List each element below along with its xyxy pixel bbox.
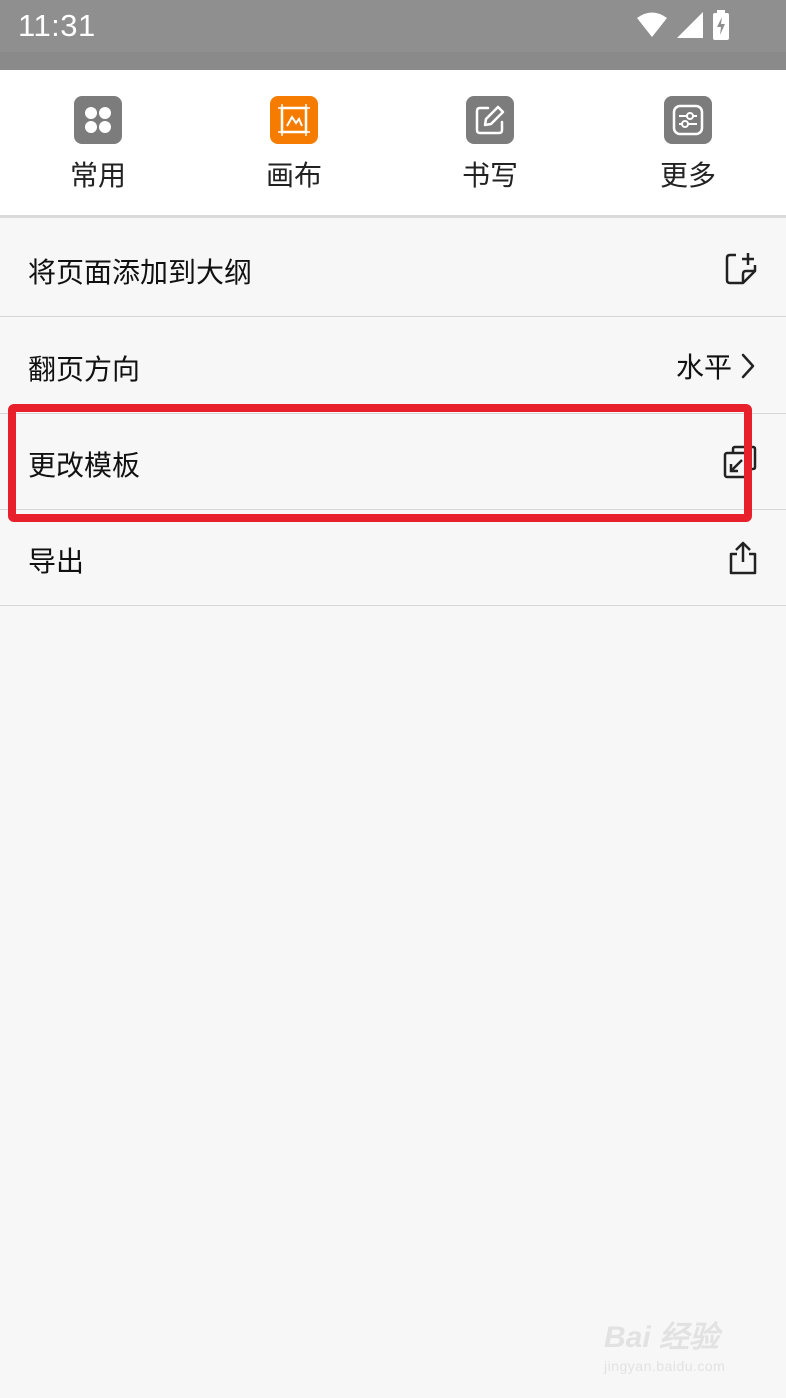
watermark-brand: Bai 经验: [604, 1321, 720, 1354]
page-direction-value: 水平: [675, 351, 732, 384]
status-time: 11:31: [18, 8, 96, 43]
watermark-url: jingyan.baidu.com: [604, 1358, 726, 1374]
tab-canvas[interactable]: 画布: [234, 96, 354, 194]
row-right: [724, 249, 758, 289]
battery-charging-icon: [713, 10, 729, 40]
cell-signal-icon: [677, 12, 703, 38]
row-right: 水平: [676, 346, 758, 386]
sliders-icon: [664, 96, 712, 144]
menu-item-export[interactable]: 导出: [0, 510, 786, 606]
wifi-icon: [637, 12, 667, 37]
highlight-box: [8, 404, 752, 522]
chevron-right-icon: [741, 353, 755, 379]
tab-write[interactable]: 书写: [430, 96, 550, 194]
tab-label: 画布: [265, 159, 322, 192]
dimmed-background-strip: [0, 52, 786, 70]
menu-item-add-to-outline[interactable]: 将页面添加到大纲: [0, 221, 786, 317]
add-to-outline-icon: [725, 253, 757, 285]
row-right: [728, 538, 758, 578]
menu-item-label: 将页面添加到大纲: [28, 256, 253, 289]
menu-item-label: 导出: [28, 545, 85, 578]
tab-label: 更多: [659, 159, 716, 192]
watermark: Bai 经验 jingyan.baidu.com: [604, 1312, 754, 1382]
share-export-icon: [729, 541, 757, 575]
tab-label: 书写: [461, 159, 518, 192]
canvas-icon: [270, 96, 318, 144]
grid-icon: [74, 96, 122, 144]
tab-bar: 常用 画布 书写 更多: [0, 70, 786, 218]
tab-more[interactable]: 更多: [628, 96, 748, 194]
menu-item-page-direction[interactable]: 翻页方向 水平: [0, 318, 786, 414]
tab-label: 常用: [69, 159, 126, 192]
status-bar: 11:31: [0, 0, 786, 52]
menu-item-label: 翻页方向: [28, 353, 141, 386]
pen-icon: [466, 96, 514, 144]
tab-common[interactable]: 常用: [38, 96, 158, 194]
status-icons: [636, 10, 730, 40]
